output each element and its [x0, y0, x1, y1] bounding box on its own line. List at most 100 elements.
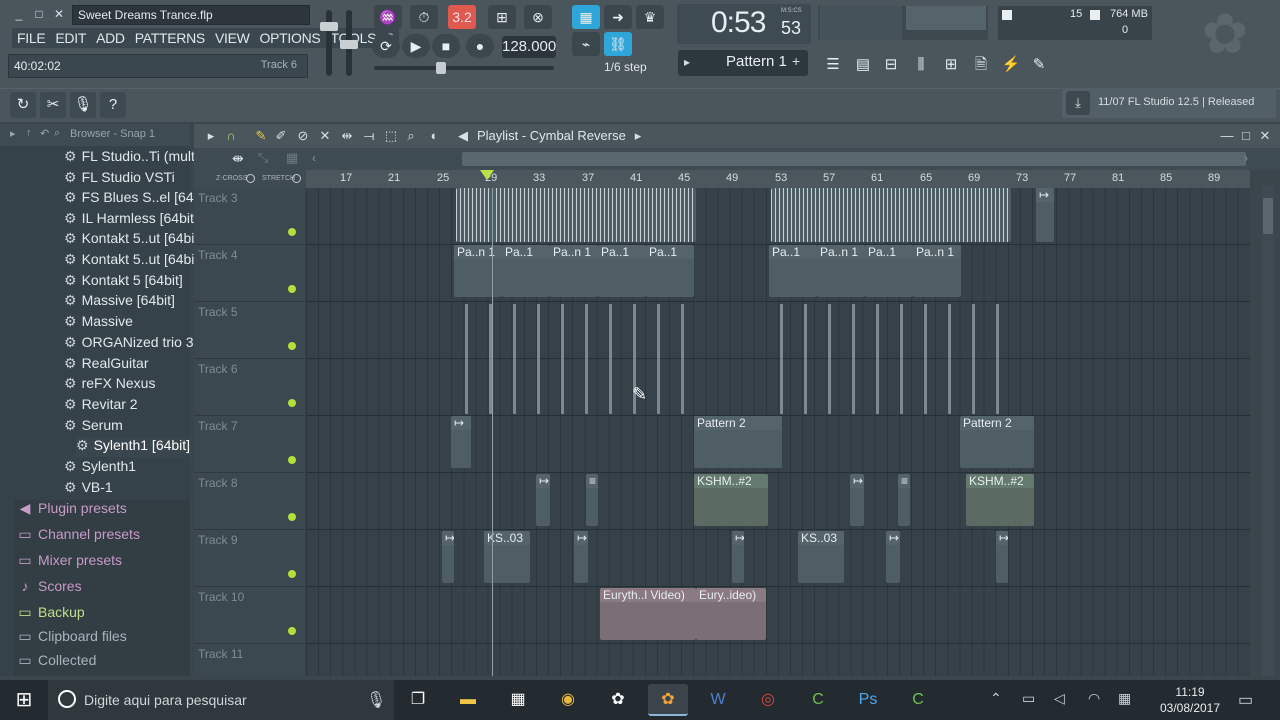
- loop-icon[interactable]: ⟳: [372, 34, 400, 58]
- browser-item-selected[interactable]: ⚙ Sylenth1 [64bit]: [76, 437, 191, 457]
- track-enable-led[interactable]: [288, 228, 296, 236]
- notifications-icon[interactable]: ▭: [1238, 690, 1253, 710]
- pattern-clip[interactable]: Pa..1: [769, 245, 817, 297]
- snap-icon[interactable]: ⌁: [572, 32, 600, 56]
- pattern-prev-icon[interactable]: ▸: [684, 55, 690, 69]
- stretch-toggle[interactable]: [292, 174, 301, 183]
- download-icon[interactable]: ⤓: [1066, 91, 1090, 115]
- menu-options[interactable]: OPTIONS: [255, 28, 326, 48]
- scroll-right-icon[interactable]: ›: [1244, 151, 1248, 165]
- mixer-icon[interactable]: ⫼: [908, 52, 934, 78]
- pattern-clip[interactable]: Pa..1: [502, 245, 550, 297]
- camtasia-icon[interactable]: C: [798, 684, 838, 716]
- menu-add[interactable]: ADD: [91, 28, 130, 48]
- news-panel[interactable]: ⤓ 11/07 FL Studio 12.5 | Released: [1062, 88, 1276, 118]
- delete-tool-icon[interactable]: ⊘: [294, 127, 312, 145]
- paint-icon[interactable]: ✿: [598, 684, 638, 716]
- scroll-thumb[interactable]: [1263, 198, 1273, 234]
- play-icon[interactable]: ▶: [402, 34, 430, 58]
- mute-tool-icon[interactable]: ✕: [316, 127, 334, 145]
- wait-icon[interactable]: ⏱: [410, 5, 438, 29]
- track-header[interactable]: Track 8: [194, 473, 304, 530]
- record-icon[interactable]: ●: [466, 34, 494, 58]
- audio-clip[interactable]: ↦: [536, 474, 550, 526]
- browser-item[interactable]: ⚙ FL Studio VSTi: [64, 169, 175, 189]
- select-tool-icon[interactable]: ⬚: [382, 127, 400, 145]
- stop-icon[interactable]: ■: [432, 34, 460, 58]
- undo-icon[interactable]: ↻: [10, 92, 36, 118]
- vertical-scrollbar[interactable]: [1262, 186, 1274, 676]
- menu-patterns[interactable]: PATTERNS: [130, 28, 210, 48]
- tools-icon[interactable]: ✎: [1026, 52, 1052, 78]
- pattern-clip[interactable]: ≡: [586, 474, 598, 526]
- pattern-clip[interactable]: Pa..1: [865, 245, 913, 297]
- grid-icon[interactable]: ▦: [286, 150, 298, 166]
- browser-category[interactable]: ▭ Clipboard files: [16, 628, 188, 650]
- audio-clip[interactable]: ↦: [574, 531, 588, 583]
- pattern-clip[interactable]: Pa..n 1: [454, 245, 502, 297]
- menu-view[interactable]: VIEW: [210, 28, 255, 48]
- track-enable-led[interactable]: [288, 627, 296, 635]
- cymbal-clip[interactable]: ↦: [451, 416, 471, 468]
- paint-tool-icon[interactable]: ✐: [272, 127, 290, 145]
- scroll-left-icon[interactable]: ‹: [312, 151, 316, 165]
- browser-item[interactable]: ⚙ Revitar 2: [64, 396, 138, 416]
- video-audio-clip[interactable]: Eury..ideo): [696, 588, 766, 640]
- video-audio-clip[interactable]: Euryth..l Video): [600, 588, 696, 640]
- horizontal-scrollbar[interactable]: [462, 152, 1246, 166]
- pattern-clip[interactable]: ≡: [898, 474, 910, 526]
- track-enable-led[interactable]: [288, 570, 296, 578]
- browser-item[interactable]: ⚙ Kontakt 5..ut [64bit]: [64, 251, 202, 271]
- browser-category[interactable]: ▭ Backup: [16, 604, 188, 626]
- playlist-close-icon[interactable]: ✕: [1256, 127, 1274, 145]
- tempo-display[interactable]: 128.000: [502, 36, 556, 58]
- close-icon[interactable]: ✕: [50, 6, 68, 22]
- piano-roll-icon[interactable]: ▤: [850, 52, 876, 78]
- recording-filter-icon[interactable]: ♛: [636, 5, 664, 29]
- hihat-pattern[interactable]: [771, 304, 1011, 414]
- playhead-marker[interactable]: [480, 170, 494, 180]
- track-enable-led[interactable]: [288, 513, 296, 521]
- browser-item[interactable]: ⚙ Massive: [64, 313, 133, 333]
- taskbar-search[interactable]: Digite aqui para pesquisar 🎙: [48, 680, 394, 720]
- master-volume-slider[interactable]: [320, 10, 338, 76]
- track-header[interactable]: Track 5: [194, 302, 304, 359]
- camtasia-recorder-icon[interactable]: C: [898, 684, 938, 716]
- track-enable-led[interactable]: [288, 342, 296, 350]
- browser-item[interactable]: ⚙ Kontakt 5 [64bit]: [64, 272, 183, 292]
- main-pitch-track[interactable]: [374, 66, 554, 70]
- magnet-icon[interactable]: ∩: [222, 127, 240, 145]
- playlist-grid[interactable]: ↦ Pa..n 1 Pa..1 Pa..n 1 Pa..1 Pa..1 Pa..…: [306, 188, 1250, 676]
- browser-item[interactable]: ⚙ FS Blues S..el [64bit]: [64, 189, 212, 209]
- menu-file[interactable]: FILE: [12, 28, 50, 48]
- pattern-clip[interactable]: [771, 188, 1011, 242]
- playlist-minimize-icon[interactable]: —: [1218, 127, 1236, 145]
- snap-selector[interactable]: 1/6 step: [586, 56, 666, 78]
- minimize-icon[interactable]: _: [10, 6, 28, 22]
- pattern-clip[interactable]: Pa..1: [598, 245, 646, 297]
- track-enable-led[interactable]: [288, 285, 296, 293]
- pattern-clip[interactable]: Pa..n 1: [550, 245, 598, 297]
- slip-tool-icon[interactable]: ⇹: [338, 127, 356, 145]
- wifi-icon[interactable]: ◠: [1088, 690, 1100, 707]
- keyboard-icon[interactable]: ▦: [1118, 690, 1131, 707]
- task-view-icon[interactable]: ❐: [398, 684, 438, 716]
- audio-clip[interactable]: KS..03: [798, 531, 844, 583]
- audio-clip[interactable]: ↦: [996, 531, 1008, 583]
- windows-start-icon[interactable]: ⊞: [0, 680, 48, 720]
- browser-item[interactable]: ⚙ ORGANized trio 3.1: [64, 334, 205, 354]
- screen-recorder-icon[interactable]: ◎: [748, 684, 788, 716]
- playlist-maximize-icon[interactable]: □: [1237, 127, 1255, 145]
- track-header[interactable]: Track 7: [194, 416, 304, 473]
- audio-clip[interactable]: KSHM..#2: [966, 474, 1034, 526]
- audio-clip[interactable]: ↦: [732, 531, 744, 583]
- browser-item[interactable]: ⚙ Sylenth1: [64, 458, 136, 478]
- browser-item[interactable]: ⚙ Serum: [64, 417, 123, 437]
- step-edit-icon[interactable]: ⊞: [488, 5, 516, 29]
- maximize-icon[interactable]: □: [30, 6, 48, 22]
- plugin-icon[interactable]: ⚡: [998, 52, 1024, 78]
- resize-icon[interactable]: ⤡: [258, 150, 268, 166]
- help-icon[interactable]: ?: [100, 92, 126, 118]
- browser-category[interactable]: ▭ Collected: [16, 652, 188, 674]
- browser-search-icon[interactable]: ⌕: [54, 127, 60, 140]
